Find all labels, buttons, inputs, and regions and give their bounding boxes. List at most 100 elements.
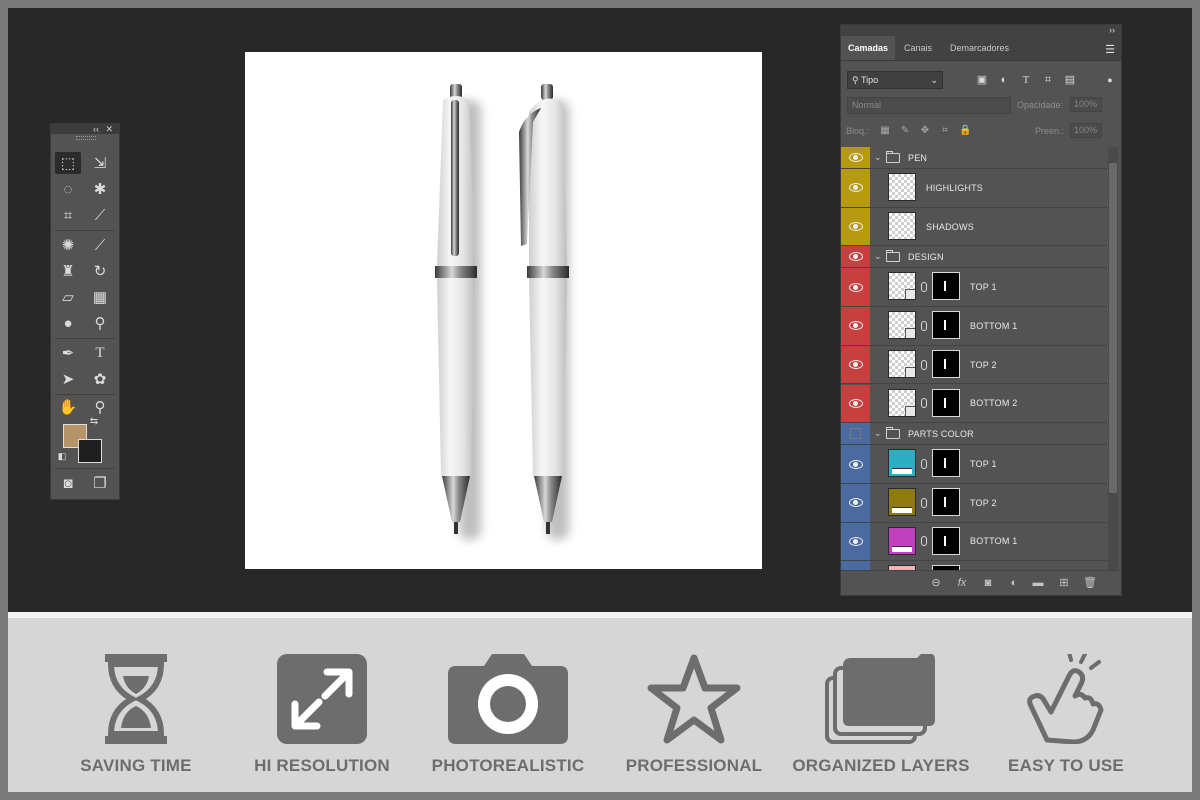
link-chain-icon[interactable] <box>921 282 927 293</box>
lock-move-icon[interactable]: ✥ <box>919 125 931 137</box>
close-icon[interactable]: ✕ <box>105 124 113 134</box>
link-chain-icon[interactable] <box>921 536 927 547</box>
marquee-tool-icon[interactable]: ⬚ <box>55 152 81 174</box>
move-tool-icon[interactable]: ⇲ <box>87 152 113 174</box>
filter-toggle-icon[interactable]: ● <box>1103 73 1117 87</box>
link-chain-icon[interactable] <box>921 398 927 409</box>
filter-type-icon[interactable]: T <box>1019 73 1033 87</box>
visibility-eye-icon[interactable] <box>841 483 870 522</box>
quick-mask-icon[interactable]: ◙ <box>55 472 81 494</box>
clone-stamp-tool-icon[interactable]: ♜ <box>55 260 81 282</box>
layer-group-row[interactable]: ⌄ PEN <box>841 147 1107 169</box>
layer-group-row[interactable]: ⌄ PARTS COLOR <box>841 423 1107 446</box>
new-group-icon[interactable]: ▬ <box>1031 576 1045 590</box>
dodge-tool-icon[interactable]: ⚲ <box>87 312 113 334</box>
magic-wand-tool-icon[interactable]: ✱ <box>87 178 113 200</box>
delete-layer-icon[interactable]: 🗑 <box>1083 576 1097 590</box>
layer-row[interactable]: TOP 2 <box>841 345 1107 385</box>
layer-group-row[interactable]: ⌄ DESIGN <box>841 246 1107 269</box>
blend-mode-select[interactable]: Normal <box>847 97 1011 114</box>
document-canvas[interactable] <box>245 52 762 569</box>
link-chain-icon[interactable] <box>921 359 927 370</box>
filter-adjustment-icon[interactable]: ◐ <box>997 73 1011 87</box>
filter-shape-icon[interactable]: ⌗ <box>1041 73 1055 87</box>
visibility-eye-icon[interactable] <box>841 307 870 345</box>
layer-row[interactable]: BOTTOM 1 <box>841 522 1107 562</box>
healing-brush-tool-icon[interactable]: ✺ <box>55 234 81 256</box>
panel-collapse-icon[interactable]: ›› <box>841 25 1121 36</box>
hand-tool-icon[interactable]: ✋ <box>55 396 81 418</box>
visibility-eye-icon[interactable] <box>841 246 870 268</box>
layer-mask-thumbnail[interactable] <box>932 487 960 516</box>
expand-arrow-icon[interactable]: ⌄ <box>874 428 882 439</box>
layer-row[interactable]: TOP 2 <box>841 483 1107 523</box>
visibility-eye-icon[interactable] <box>841 147 870 168</box>
filter-pixel-icon[interactable]: ▣ <box>975 73 989 87</box>
zoom-tool-icon[interactable]: ⚲ <box>87 396 113 418</box>
filter-smart-object-icon[interactable]: ▤ <box>1063 73 1077 87</box>
screen-mode-icon[interactable]: ❐ <box>87 472 113 494</box>
opacity-field[interactable]: 100% <box>1070 97 1102 112</box>
tab-layers[interactable]: Camadas <box>841 36 896 60</box>
lasso-tool-icon[interactable]: ◌ <box>55 178 81 200</box>
fill-field[interactable]: 100% <box>1070 123 1102 138</box>
layer-row[interactable]: BOTTOM 2 <box>841 384 1107 424</box>
gradient-tool-icon[interactable]: ▦ <box>87 286 113 308</box>
custom-shape-tool-icon[interactable]: ✿ <box>87 368 113 390</box>
layer-mask-thumbnail[interactable] <box>932 272 960 301</box>
layer-style-fx-icon[interactable]: fx <box>955 576 969 590</box>
lock-artboard-icon[interactable]: ⌗ <box>939 125 951 137</box>
layer-mask-thumbnail[interactable] <box>932 526 960 555</box>
layer-row[interactable]: HIGHLIGHTS <box>841 169 1107 208</box>
link-chain-icon[interactable] <box>921 459 927 470</box>
visibility-eye-icon[interactable] <box>841 445 870 483</box>
add-mask-icon[interactable]: ◙ <box>981 576 995 590</box>
blur-tool-icon[interactable]: ● <box>55 312 81 334</box>
layer-mask-thumbnail[interactable] <box>932 388 960 417</box>
lock-brush-icon[interactable]: ✎ <box>899 125 911 137</box>
visibility-eye-icon[interactable] <box>841 522 870 561</box>
new-layer-icon[interactable]: ⊞ <box>1057 576 1071 590</box>
visibility-eye-icon[interactable] <box>841 207 870 246</box>
path-selection-tool-icon[interactable]: ➤ <box>55 368 81 390</box>
scrollbar-thumb[interactable] <box>1109 163 1117 493</box>
panel-menu-icon[interactable]: ☰ <box>1105 43 1115 56</box>
layer-row[interactable]: TOP 1 <box>841 268 1107 308</box>
default-colors-icon[interactable]: ◧ <box>55 450 69 462</box>
visibility-eye-icon[interactable] <box>841 384 870 423</box>
crop-tool-icon[interactable]: ⌗ <box>55 204 81 226</box>
eraser-tool-icon[interactable]: ▱ <box>55 286 81 308</box>
visibility-eye-icon[interactable] <box>841 345 870 384</box>
swap-colors-icon[interactable]: ⇆ <box>87 416 101 428</box>
brush-tool-icon[interactable]: ⟋ <box>87 234 113 256</box>
tab-paths[interactable]: Demarcadores <box>943 36 1016 60</box>
adjustment-layer-icon[interactable]: ◐ <box>1007 576 1021 590</box>
background-color-swatch[interactable] <box>78 439 102 463</box>
layer-row[interactable]: BOTTOM 1 <box>841 307 1107 346</box>
layer-filter-select[interactable]: ⚲ Tipo ⌄ <box>847 71 943 89</box>
layer-mask-thumbnail[interactable] <box>932 349 960 378</box>
visibility-eye-icon[interactable] <box>841 423 870 445</box>
tab-channels[interactable]: Canais <box>897 36 939 60</box>
link-chain-icon[interactable] <box>921 320 927 331</box>
visibility-eye-icon[interactable] <box>841 268 870 307</box>
layer-mask-thumbnail[interactable] <box>932 311 960 340</box>
collapse-icon[interactable]: ‹‹ <box>93 124 99 134</box>
lock-all-icon[interactable]: 🔒 <box>959 125 971 137</box>
layer-name: TOP 2 <box>970 359 997 370</box>
expand-arrow-icon[interactable]: ⌄ <box>874 251 882 262</box>
lock-transparent-icon[interactable]: ▦ <box>879 125 891 137</box>
eyedropper-tool-icon[interactable]: ⟋ <box>87 204 113 226</box>
layer-row[interactable]: SHADOWS <box>841 207 1107 247</box>
visibility-eye-icon[interactable] <box>841 169 870 207</box>
link-layers-icon[interactable]: ⊖ <box>929 576 943 590</box>
layers-scrollbar[interactable] <box>1108 147 1118 573</box>
layer-mask-thumbnail[interactable] <box>932 449 960 478</box>
expand-arrow-icon[interactable]: ⌄ <box>874 151 882 162</box>
pen-tool-icon[interactable]: ✒ <box>55 342 81 364</box>
drag-grip[interactable] <box>51 134 119 140</box>
type-tool-icon[interactable]: T <box>87 342 113 364</box>
link-chain-icon[interactable] <box>921 497 927 508</box>
layer-row[interactable]: TOP 1 <box>841 445 1107 484</box>
history-brush-tool-icon[interactable]: ↻ <box>87 260 113 282</box>
